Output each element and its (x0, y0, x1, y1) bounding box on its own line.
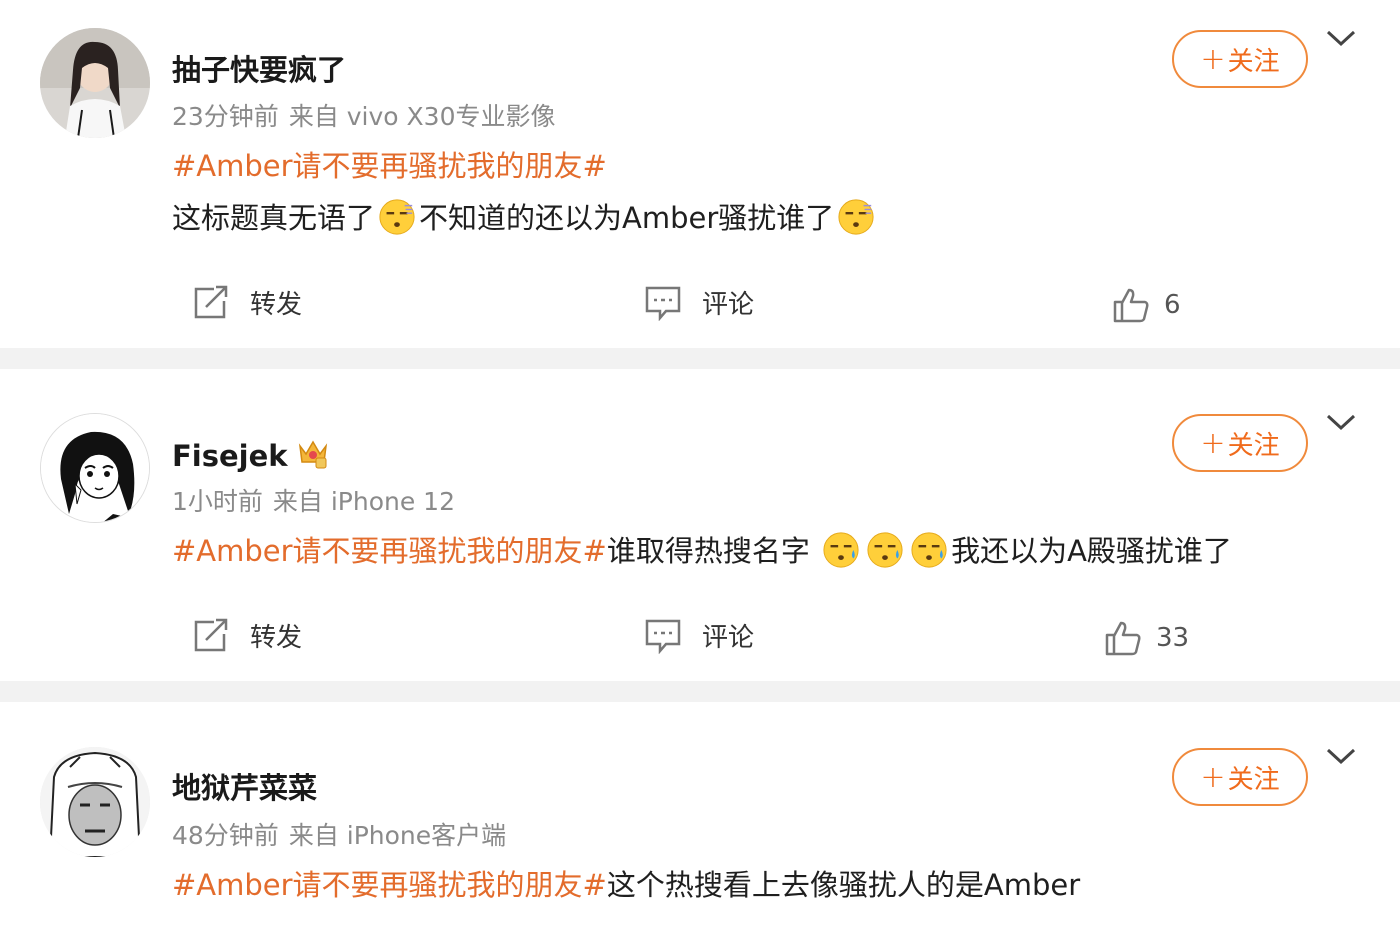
post-time: 1小时前 (172, 487, 263, 516)
post-card: 抽子快要疯了 23分钟前 来自 vivo X30专业影像 #Amber请不要再骚扰… (0, 0, 1400, 348)
repost-label: 转发 (250, 623, 303, 653)
username[interactable]: 抽子快要疯了 (172, 52, 346, 88)
post-text-segment: 这个热搜看上去像骚扰人的是Amber (606, 868, 1081, 902)
follow-label: 关注 (1227, 46, 1280, 77)
hashtag-link[interactable]: #Amber请不要再骚扰我的朋友# (172, 868, 607, 902)
like-count: 33 (1156, 623, 1190, 653)
like-button[interactable]: 6 (1112, 286, 1181, 324)
post-meta: 48分钟前 来自 iPhone客户端 (172, 820, 516, 852)
sweat-emoji-icon (823, 532, 859, 568)
action-bar: 转发 评论 33 (0, 613, 1400, 663)
action-bar: 转发 评论 6 (0, 280, 1400, 330)
post-separator (0, 681, 1400, 702)
sweat-emoji-icon (911, 532, 947, 568)
hashtag-link[interactable]: #Amber请不要再骚扰我的朋友# (172, 534, 607, 568)
post-text-segment: 不知道的还以为Amber骚扰谁了 (419, 201, 835, 235)
repost-icon (194, 285, 228, 318)
speechless-emoji-icon (379, 199, 415, 235)
thumbs-up-icon (1105, 621, 1141, 656)
thumbs-up-icon (1113, 288, 1149, 323)
avatar[interactable] (40, 747, 150, 857)
post-meta: 1小时前 来自 iPhone 12 (172, 486, 465, 518)
username-text: Fisejek (172, 439, 288, 473)
repost-button[interactable]: 转发 (192, 617, 302, 654)
username[interactable]: Fisejek (172, 436, 330, 474)
hashtag-link[interactable]: #Amber请不要再骚扰我的朋友# (172, 149, 607, 183)
post-meta: 23分钟前 来自 vivo X30专业影像 (172, 101, 565, 133)
plus-icon: + (1200, 41, 1226, 77)
post-card: 地狱芹菜菜 48分钟前 来自 iPhone客户端 #Amber请不要再骚扰我的朋友… (0, 702, 1400, 936)
repost-button[interactable]: 转发 (192, 284, 302, 321)
plus-icon: + (1200, 425, 1226, 461)
post-source: 来自 iPhone 12 (272, 487, 455, 516)
post-text: 这标题真无语了 不知道的还以为Amber骚扰谁了 (172, 198, 878, 238)
repost-label: 转发 (250, 290, 303, 320)
follow-button[interactable]: + 关注 (1172, 748, 1308, 806)
post-source: 来自 iPhone客户端 (288, 821, 507, 850)
like-button[interactable]: 33 (1104, 619, 1189, 657)
chevron-down-icon[interactable] (1324, 27, 1358, 49)
post-text: #Amber请不要再骚扰我的朋友#谁取得热搜名字 我还以为A殿骚扰谁了 (172, 531, 1232, 571)
post-time: 48分钟前 (172, 821, 279, 850)
follow-label: 关注 (1227, 764, 1280, 795)
follow-button[interactable]: + 关注 (1172, 414, 1308, 472)
post-text-segment: 我还以为A殿骚扰谁了 (951, 534, 1232, 568)
avatar[interactable] (40, 28, 150, 138)
follow-label: 关注 (1227, 430, 1280, 461)
chevron-down-icon[interactable] (1324, 745, 1358, 767)
comment-icon (645, 286, 681, 321)
post-time: 23分钟前 (172, 102, 279, 131)
post-source: 来自 vivo X30专业影像 (288, 102, 556, 131)
comment-icon (645, 619, 681, 654)
follow-button[interactable]: + 关注 (1172, 30, 1308, 88)
post-text: #Amber请不要再骚扰我的朋友# (172, 146, 607, 186)
post-separator (0, 348, 1400, 369)
avatar[interactable] (40, 413, 150, 523)
repost-icon (194, 618, 228, 651)
post-text: #Amber请不要再骚扰我的朋友#这个热搜看上去像骚扰人的是Amber (172, 865, 1080, 905)
sweat-emoji-icon (867, 532, 903, 568)
like-count: 6 (1164, 290, 1181, 320)
post-text-segment: 谁取得热搜名字 (606, 534, 810, 568)
username[interactable]: 地狱芹菜菜 (172, 770, 317, 806)
plus-icon: + (1200, 759, 1226, 795)
speechless-emoji-icon (838, 199, 874, 235)
comment-label: 评论 (702, 623, 755, 653)
chevron-down-icon[interactable] (1324, 411, 1358, 433)
post-text-segment: 这标题真无语了 (172, 201, 376, 235)
comment-button[interactable]: 评论 (644, 617, 754, 654)
comment-label: 评论 (702, 290, 755, 320)
crown-icon (298, 440, 327, 469)
post-card: Fisejek 1小时前 来自 iPhone 12 #Amber请不要再骚扰我的朋… (0, 369, 1400, 681)
comment-button[interactable]: 评论 (644, 284, 754, 321)
